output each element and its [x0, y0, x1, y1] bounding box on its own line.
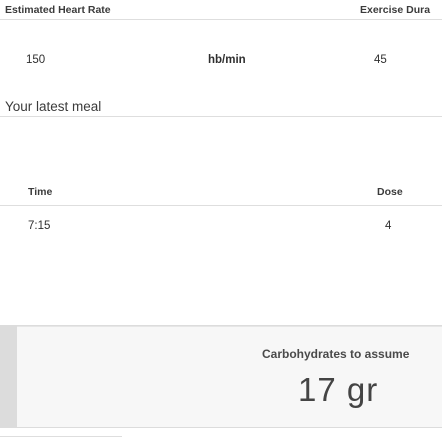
meal-time-value: 7:15: [28, 220, 51, 232]
latest-meal-title: Your latest meal: [5, 99, 102, 114]
heart-rate-value: 150: [26, 54, 46, 66]
divider: [0, 116, 442, 117]
divider: [0, 205, 442, 206]
carbohydrates-label: Carbohydrates to assume: [262, 347, 410, 361]
carbohydrates-card: [17, 326, 442, 427]
divider: [0, 436, 122, 437]
meal-dose-label: Dose: [377, 186, 403, 198]
exercise-duration-value: 45: [374, 54, 387, 66]
meal-dose-value: 4: [385, 220, 392, 232]
meal-time-label: Time: [28, 186, 53, 198]
divider: [0, 19, 442, 20]
heart-rate-unit: hb/min: [208, 54, 246, 66]
carbohydrates-value: 17 gr: [298, 371, 379, 408]
exercise-duration-label: Exercise Dura: [360, 4, 431, 16]
heart-rate-label: Estimated Heart Rate: [5, 4, 111, 16]
page: Estimated Heart Rate Exercise Dura 150 h…: [0, 0, 442, 442]
